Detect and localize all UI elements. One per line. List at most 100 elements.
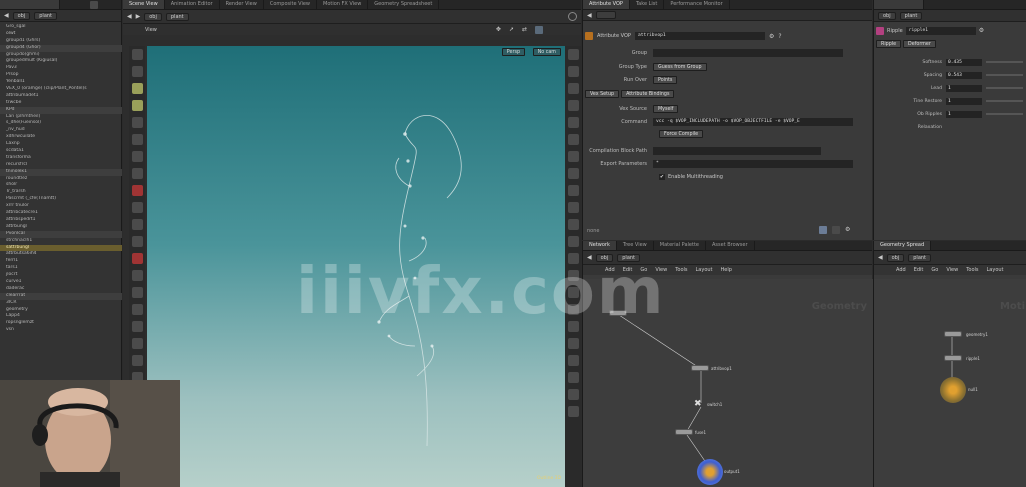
tool-icon[interactable] [131,202,143,213]
tree-item[interactable]: s_dhe(Fueinsol) [0,120,122,127]
tree-item[interactable]: Laxnp [0,141,122,148]
tree-item[interactable]: recursfrcl [0,162,122,169]
tree-item[interactable]: xdhrwcuilate [0,134,122,141]
tool-icon[interactable] [567,321,579,332]
tree-item[interactable]: jlocrt [0,272,122,279]
tree-item[interactable]: clearrrat [0,292,122,300]
tree-item[interactable]: Pascrmt (_cfe(Tnamtt) [0,196,122,203]
tool-icon[interactable] [131,355,143,366]
tool-icon[interactable] [567,49,579,60]
tree-item[interactable]: Gro_sgal [0,24,122,31]
tree-item[interactable]: scdata1 [0,148,122,155]
tab-ripple[interactable]: Ripple [876,40,902,48]
tab-animation-editor[interactable]: Animation Editor [165,0,220,9]
net-menu-item[interactable]: View [655,265,667,275]
tab-attribute-bindings[interactable]: Attribute Bindings [621,90,675,98]
tab-tree-view[interactable]: Tree View [617,241,654,250]
compile-block-field[interactable] [653,146,821,155]
tree-item[interactable]: roundtlez [0,176,122,183]
back-icon[interactable]: ◀ [587,12,592,19]
tab-geometry-spreadsheet[interactable]: Geometry Spreadsheet [368,0,440,9]
group-field[interactable] [653,48,843,57]
tree-item[interactable]: VEX_0 (oramge) (clip/Plant_Pontel)s [0,86,122,93]
tool-icon[interactable] [131,168,143,179]
tool-icon[interactable] [131,66,143,77]
tree-item[interactable]: Tr_trarsh [0,189,122,196]
viewport-path-plant[interactable]: plant [165,12,189,21]
tree-item[interactable]: Lan (plhmtheil) [0,114,122,121]
tree-item[interactable]: Pav3 [0,65,122,72]
tab-deformer[interactable]: Deformer [903,40,936,48]
tree-item[interactable]: geometry [0,307,122,314]
fr-path-obj[interactable]: obj [878,11,896,20]
tab-performance-monitor[interactable]: Performance Monitor [664,0,730,9]
net-menu-item[interactable]: Edit [623,265,633,275]
net-menu-item[interactable]: Help [721,265,732,275]
tree-item[interactable]: attrbungl [0,224,122,231]
tree-item[interactable]: tninolex1 [0,168,122,176]
add-icon[interactable] [90,0,98,9]
tree-item[interactable]: attrbutsa6ih4 [0,251,122,258]
forward-icon[interactable]: ▶ [136,13,141,20]
tree-path-obj[interactable]: obj [12,11,31,20]
info-icon[interactable] [832,226,840,234]
back-icon[interactable]: ◀ [127,13,132,20]
tab-take-list[interactable]: Take List [630,0,665,9]
net-menu-item[interactable]: Layout [696,265,713,275]
net2-menu-item[interactable]: Layout [987,265,1004,275]
net-path-obj[interactable]: obj [595,253,614,262]
tool-icon[interactable] [131,304,143,315]
net2-menu-item[interactable]: Go [931,265,938,275]
gear-icon[interactable]: ⚙ [979,27,984,34]
tool-icon[interactable] [567,83,579,94]
fr-param-field[interactable]: 1 [946,110,982,118]
tree-item[interactable]: sattrbungl [0,244,122,252]
multithreading-checkbox[interactable]: ✔ [659,173,665,180]
snap-icon[interactable] [535,25,543,34]
fr-param-field[interactable]: 0.435 [946,58,982,66]
network2-canvas[interactable]: Moti geometry1 ripple1 null1 [874,279,1026,487]
tree-item[interactable]: curve1 [0,279,122,286]
handle-icon[interactable]: ✥ [496,26,501,33]
command-field[interactable]: vcc -q $VOP_INCLUDEPATH -o $VOP_OBJECTFI… [653,117,853,126]
tab-render-view[interactable]: Render View [220,0,264,9]
net2-path-obj[interactable]: obj [886,253,905,262]
fr-node-name-field[interactable]: ripple1 [905,26,976,35]
tool-icon[interactable] [567,219,579,230]
help-icon[interactable]: ? [778,33,781,40]
tree-item[interactable]: sholr [0,182,122,189]
node-output1[interactable] [697,459,723,485]
net2-menu-item[interactable]: Add [896,265,906,275]
tab-composite-view[interactable]: Composite View [264,0,317,9]
tree-item[interactable]: strchnaclh1 [0,238,122,245]
gear-icon[interactable]: ⚙ [845,226,850,234]
viewport-3d[interactable]: Persp No cam Outline 3D [147,46,565,487]
tree-item[interactable]: Yenball1 [0,79,122,86]
tree-path-plant[interactable]: plant [34,11,58,20]
tree-item[interactable]: Lapp4 [0,313,122,320]
tree-item[interactable]: attribcatecre1 [0,210,122,217]
node-fuse2[interactable] [675,429,693,435]
tree-item[interactable]: groupedmult (Kigiusal) [0,58,122,65]
tool-icon[interactable] [131,270,143,281]
back-icon[interactable]: ◀ [4,12,9,19]
gear-icon[interactable]: ⚙ [769,33,774,40]
tool-icon[interactable] [131,236,143,247]
tree-item[interactable]: vsn [0,327,122,334]
tab-network[interactable]: Network [583,241,617,250]
net2-path-plant[interactable]: plant [908,253,932,262]
tree-tab[interactable] [0,0,60,9]
net-menu-item[interactable]: Go [640,265,647,275]
lock-icon[interactable] [819,226,827,234]
fr-param-slider[interactable] [986,74,1023,76]
tool-icon[interactable] [131,100,143,111]
tool-icon[interactable] [131,151,143,162]
tool-icon[interactable] [131,134,143,145]
tree-item[interactable]: ferrl1 [0,258,122,265]
force-compile-button[interactable]: Force Compile [659,130,704,138]
vex-source-dropdown[interactable]: Myself [653,104,679,113]
fr-param-slider[interactable] [986,87,1023,89]
fr-param-field[interactable]: 0.543 [946,71,982,79]
tool-icon[interactable] [131,117,143,128]
net-menu-item[interactable]: Add [605,265,615,275]
